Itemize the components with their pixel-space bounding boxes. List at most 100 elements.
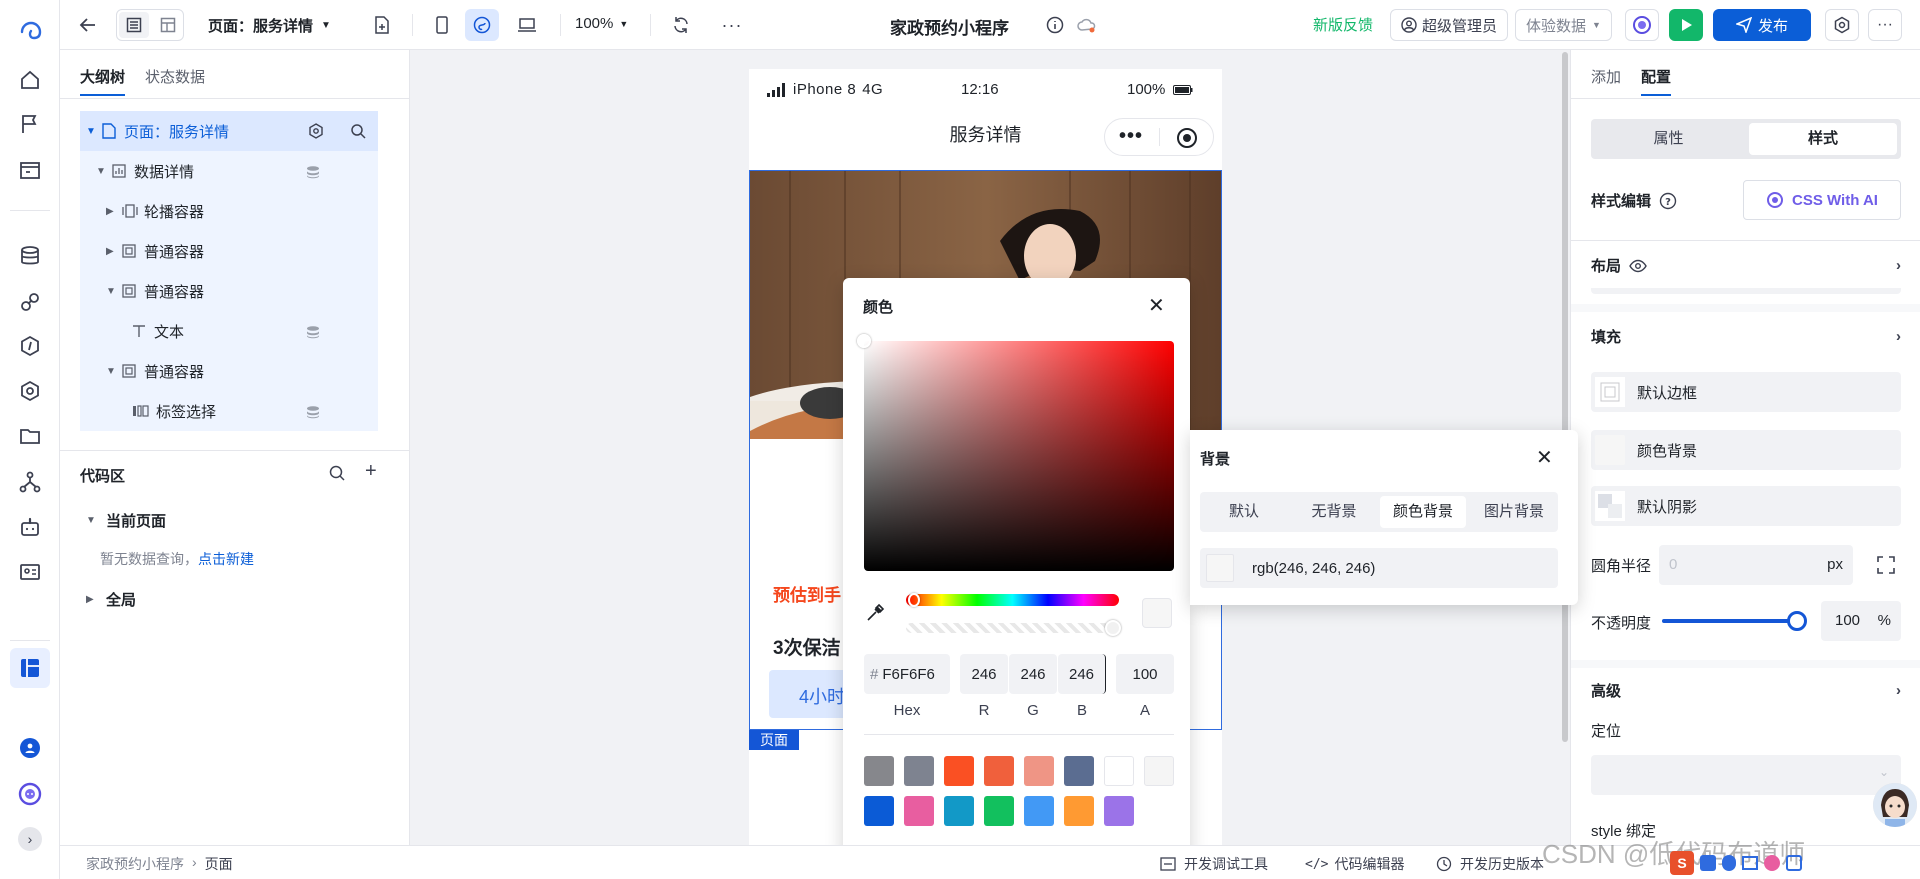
breadcrumb-item[interactable]: 页面 <box>205 854 233 874</box>
shadow-setting[interactable]: 默认阴影 <box>1591 486 1901 526</box>
css-with-ai-button[interactable]: CSS With AI <box>1743 180 1901 220</box>
page-selector[interactable]: 页面：服务详情 ▼ <box>208 15 331 36</box>
preset-color-swatch[interactable] <box>1024 796 1054 826</box>
preset-color-swatch[interactable] <box>1064 756 1094 786</box>
ai-assistant-icon[interactable] <box>18 782 42 806</box>
close-icon[interactable]: ✕ <box>1536 445 1553 470</box>
hue-slider[interactable] <box>906 593 1119 607</box>
preset-color-swatch[interactable] <box>904 796 934 826</box>
robot-icon[interactable] <box>18 515 42 539</box>
position-select[interactable]: ⌄ <box>1591 755 1901 795</box>
desktop-device-icon[interactable] <box>510 9 544 41</box>
tree-node-container[interactable]: ▶ 普通容器 <box>80 231 378 271</box>
tree-node-container[interactable]: ▼ 普通容器 <box>80 271 378 311</box>
expand-corners-icon[interactable] <box>1877 556 1895 574</box>
preset-color-swatch[interactable] <box>1064 796 1094 826</box>
settings-gear-icon[interactable] <box>1825 9 1859 41</box>
advanced-section[interactable]: 高级 › <box>1591 680 1901 701</box>
blue-input[interactable]: 246 <box>1058 654 1106 694</box>
more-menu-icon[interactable]: ··· <box>1868 9 1902 41</box>
opacity-input[interactable]: 100 % <box>1821 601 1901 641</box>
red-input[interactable]: 246 <box>960 654 1008 694</box>
preset-color-swatch[interactable] <box>1144 756 1174 786</box>
tree-node-tag-select[interactable]: 标签选择 <box>80 391 378 431</box>
search-icon[interactable] <box>328 464 346 482</box>
code-global[interactable]: ▶ 全局 <box>80 589 136 610</box>
layout-view-icon[interactable] <box>153 12 183 38</box>
ime-tools-icon[interactable] <box>1786 855 1802 871</box>
ime-skin-icon[interactable] <box>1764 855 1780 871</box>
radius-input[interactable]: 0 px <box>1659 545 1853 585</box>
alpha-slider[interactable] <box>906 620 1121 636</box>
id-card-icon[interactable] <box>18 560 42 584</box>
preset-color-swatch[interactable] <box>944 756 974 786</box>
workflow-icon[interactable] <box>18 470 42 494</box>
background-setting[interactable]: 颜色背景 <box>1591 430 1901 470</box>
bg-tab-color[interactable]: 颜色背景 <box>1380 496 1466 528</box>
flag-icon[interactable] <box>18 112 42 136</box>
component-icon[interactable] <box>18 379 42 403</box>
devtools-button[interactable]: 开发调试工具 <box>1160 854 1268 874</box>
border-setting[interactable]: 默认边框 <box>1591 372 1901 412</box>
segment-style[interactable]: 样式 <box>1749 123 1897 155</box>
tree-node-page[interactable]: ▼ 页面：服务详情 <box>80 111 378 151</box>
code-current-page[interactable]: ▼ 当前页面 <box>80 510 166 531</box>
cloud-sync-icon[interactable] <box>1073 9 1101 41</box>
tree-node-container[interactable]: ▼ 普通容器 <box>80 351 378 391</box>
tab-state-data[interactable]: 状态数据 <box>145 66 205 87</box>
preset-color-swatch[interactable] <box>944 796 974 826</box>
tree-node-data-detail[interactable]: ▼ 数据详情 <box>80 151 378 191</box>
opacity-slider-handle[interactable] <box>1787 611 1807 631</box>
refresh-icon[interactable] <box>665 9 697 41</box>
folder-icon[interactable] <box>18 424 42 448</box>
search-icon[interactable] <box>350 123 366 139</box>
capsule-more-icon[interactable]: ••• <box>1119 125 1143 148</box>
code-editor-button[interactable]: </> 代码编辑器 <box>1305 854 1404 874</box>
capsule-menu[interactable]: ••• <box>1104 118 1214 156</box>
capsule-close-icon[interactable] <box>1176 127 1198 149</box>
admin-button[interactable]: 超级管理员 <box>1390 9 1509 41</box>
back-arrow-icon[interactable] <box>72 9 104 41</box>
mobile-device-icon[interactable] <box>426 9 458 41</box>
tree-node-carousel[interactable]: ▶ 轮播容器 <box>80 191 378 231</box>
eyedropper-icon[interactable] <box>865 603 885 623</box>
tab-outline-tree[interactable]: 大纲树 <box>80 66 126 96</box>
background-color-field[interactable]: rgb(246, 246, 246) <box>1200 548 1558 588</box>
saturation-value-area[interactable] <box>857 334 1174 571</box>
bg-tab-none[interactable]: 无背景 <box>1290 496 1378 528</box>
fill-section[interactable]: 填充 › <box>1591 326 1901 347</box>
color-picker-cursor[interactable] <box>857 334 871 348</box>
layout-editor-button[interactable] <box>10 648 50 688</box>
bg-tab-default[interactable]: 默认 <box>1200 496 1288 528</box>
bg-tab-image[interactable]: 图片背景 <box>1470 496 1558 528</box>
preset-color-swatch[interactable] <box>984 756 1014 786</box>
add-icon[interactable]: + <box>365 460 377 483</box>
preset-color-swatch[interactable] <box>1104 796 1134 826</box>
preset-color-swatch[interactable] <box>904 756 934 786</box>
home-icon[interactable] <box>18 68 42 92</box>
alpha-input[interactable]: 100 <box>1116 654 1174 694</box>
bg-color-swatch[interactable] <box>1206 554 1234 582</box>
breadcrumb-item[interactable]: 家政预约小程序 <box>86 854 184 874</box>
green-input[interactable]: 246 <box>1009 654 1057 694</box>
add-page-icon[interactable] <box>366 9 398 41</box>
hue-handle[interactable] <box>908 593 920 607</box>
ai-assistant-button[interactable] <box>1625 9 1659 41</box>
preview-play-icon[interactable] <box>1669 9 1703 41</box>
zoom-selector[interactable]: 100% ▼ <box>575 15 628 32</box>
tab-config[interactable]: 配置 <box>1641 66 1672 96</box>
canvas-scrollbar[interactable] <box>1562 52 1568 742</box>
settings-icon[interactable] <box>308 123 324 139</box>
preset-color-swatch[interactable] <box>864 756 894 786</box>
feedback-link[interactable]: 新版反馈 <box>1313 14 1373 35</box>
store-icon[interactable] <box>18 158 42 182</box>
alpha-handle[interactable] <box>1105 620 1121 636</box>
expand-rail-icon[interactable]: › <box>18 827 42 851</box>
tab-add[interactable]: 添加 <box>1591 66 1621 87</box>
preset-color-swatch[interactable] <box>864 796 894 826</box>
more-options-icon[interactable]: ··· <box>716 9 748 41</box>
preset-color-swatch[interactable] <box>984 796 1014 826</box>
ime-mic-icon[interactable] <box>1722 855 1736 871</box>
page-view-icon[interactable] <box>119 12 149 38</box>
publish-button[interactable]: 发布 <box>1713 9 1811 41</box>
